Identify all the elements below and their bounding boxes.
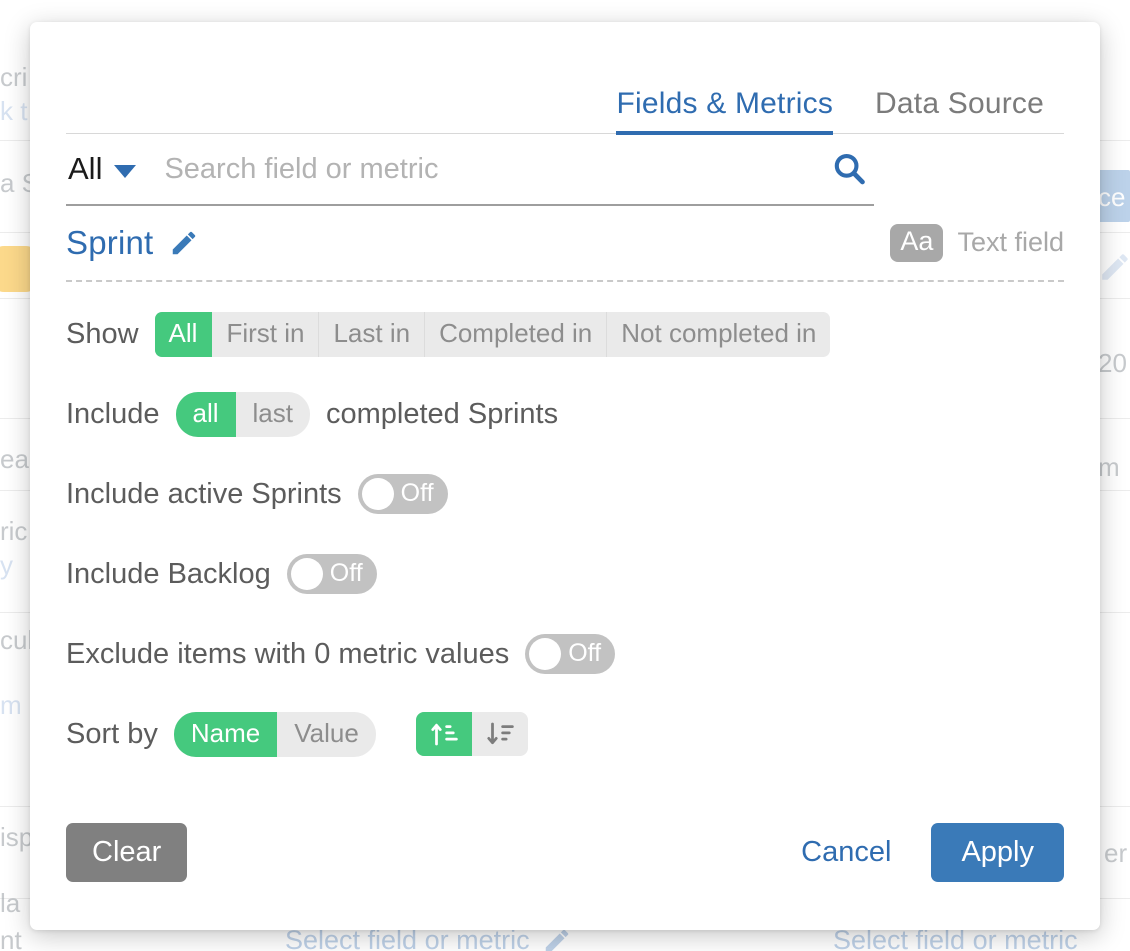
toggle-state-label: Off xyxy=(329,558,363,587)
modal-tabs: Fields & Metrics Data Source xyxy=(66,22,1064,135)
toggle-knob xyxy=(529,638,562,670)
tab-data-source[interactable]: Data Source xyxy=(875,87,1044,133)
show-option-first-in[interactable]: First in xyxy=(212,311,320,357)
search-input[interactable] xyxy=(164,152,820,186)
toggle-state-label: Off xyxy=(568,638,602,667)
include-active-sprints-toggle[interactable]: Off xyxy=(357,474,448,514)
include-active-sprints-label: Include active Sprints xyxy=(66,477,342,510)
background-text: 20 xyxy=(1098,348,1127,378)
chevron-down-icon xyxy=(114,164,137,178)
field-header: Sprint Aa Text field xyxy=(66,206,1064,282)
field-name[interactable]: Sprint xyxy=(66,224,153,262)
search-row: All xyxy=(66,134,874,206)
apply-button[interactable]: Apply xyxy=(931,823,1064,882)
include-completed-label-after: completed Sprints xyxy=(326,397,559,430)
exclude-zero-metric-label: Exclude items with 0 metric values xyxy=(66,637,510,670)
exclude-zero-metric-toggle[interactable]: Off xyxy=(525,634,616,674)
include-backlog-row: Include Backlog Off xyxy=(66,534,1064,614)
background-text: ric xyxy=(0,516,28,546)
include-completed-option-last[interactable]: last xyxy=(236,392,310,437)
include-completed-row: Include all last completed Sprints xyxy=(66,374,1064,454)
search-icon[interactable] xyxy=(830,150,868,188)
field-type: Aa Text field xyxy=(890,224,1064,262)
tab-fields-and-metrics[interactable]: Fields & Metrics xyxy=(616,87,833,135)
sort-by-label: Sort by xyxy=(66,717,158,750)
toggle-knob xyxy=(361,478,394,510)
background-text: ea xyxy=(0,444,29,474)
include-backlog-label: Include Backlog xyxy=(66,557,271,590)
toggle-state-label: Off xyxy=(400,478,434,507)
background-text: isp xyxy=(0,822,34,852)
background-text: la xyxy=(0,888,21,918)
include-completed-segmented-control: all last xyxy=(175,391,310,437)
text-field-type-icon: Aa xyxy=(890,224,944,262)
scope-dropdown-label: All xyxy=(68,151,103,186)
sort-descending-icon[interactable] xyxy=(472,712,528,756)
show-option-last-in[interactable]: Last in xyxy=(319,311,426,357)
show-option-all[interactable]: All xyxy=(154,311,213,357)
background-pencil-icon xyxy=(1098,250,1130,289)
field-settings-modal: Fields & Metrics Data Source All Sprint xyxy=(30,22,1100,930)
sort-by-option-value[interactable]: Value xyxy=(277,712,376,757)
background-text: m xyxy=(0,690,22,720)
show-option-not-completed-in[interactable]: Not completed in xyxy=(607,312,830,357)
cancel-button[interactable]: Cancel xyxy=(783,826,909,879)
background-text: m xyxy=(1098,452,1120,482)
show-option-completed-in[interactable]: Completed in xyxy=(425,311,608,357)
modal-footer: Clear Cancel Apply xyxy=(66,803,1064,930)
background-text: y xyxy=(0,550,13,580)
include-completed-option-all[interactable]: all xyxy=(175,391,236,437)
background-text: ce xyxy=(1098,182,1126,212)
exclude-zero-metric-row: Exclude items with 0 metric values Off xyxy=(66,614,1064,694)
show-segmented-control: All First in Last in Completed in Not co… xyxy=(154,311,831,357)
clear-button[interactable]: Clear xyxy=(66,823,188,882)
sort-by-row: Sort by Name Value xyxy=(66,694,1064,774)
include-backlog-toggle[interactable]: Off xyxy=(286,554,377,594)
screen: cri k t a S ea ric y cul m isp la nt ce … xyxy=(0,0,1130,951)
sort-ascending-icon[interactable] xyxy=(415,712,472,756)
background-text: er xyxy=(1104,838,1128,868)
sort-by-segmented-control: Name Value xyxy=(173,711,376,757)
background-text: cul xyxy=(0,625,34,655)
pencil-icon[interactable] xyxy=(169,228,199,258)
scope-dropdown[interactable]: All xyxy=(68,151,137,187)
sort-by-option-name[interactable]: Name xyxy=(173,711,278,757)
toggle-knob xyxy=(290,558,323,590)
include-active-sprints-row: Include active Sprints Off xyxy=(66,454,1064,534)
show-label: Show xyxy=(66,317,139,350)
background-text: k t xyxy=(0,96,28,126)
background-text: cri xyxy=(0,62,28,92)
include-completed-label-before: Include xyxy=(66,397,160,430)
sort-direction-group xyxy=(415,712,528,756)
field-type-label: Text field xyxy=(957,227,1064,258)
background-text: nt xyxy=(0,925,22,951)
show-row: Show All First in Last in Completed in N… xyxy=(66,294,1064,374)
